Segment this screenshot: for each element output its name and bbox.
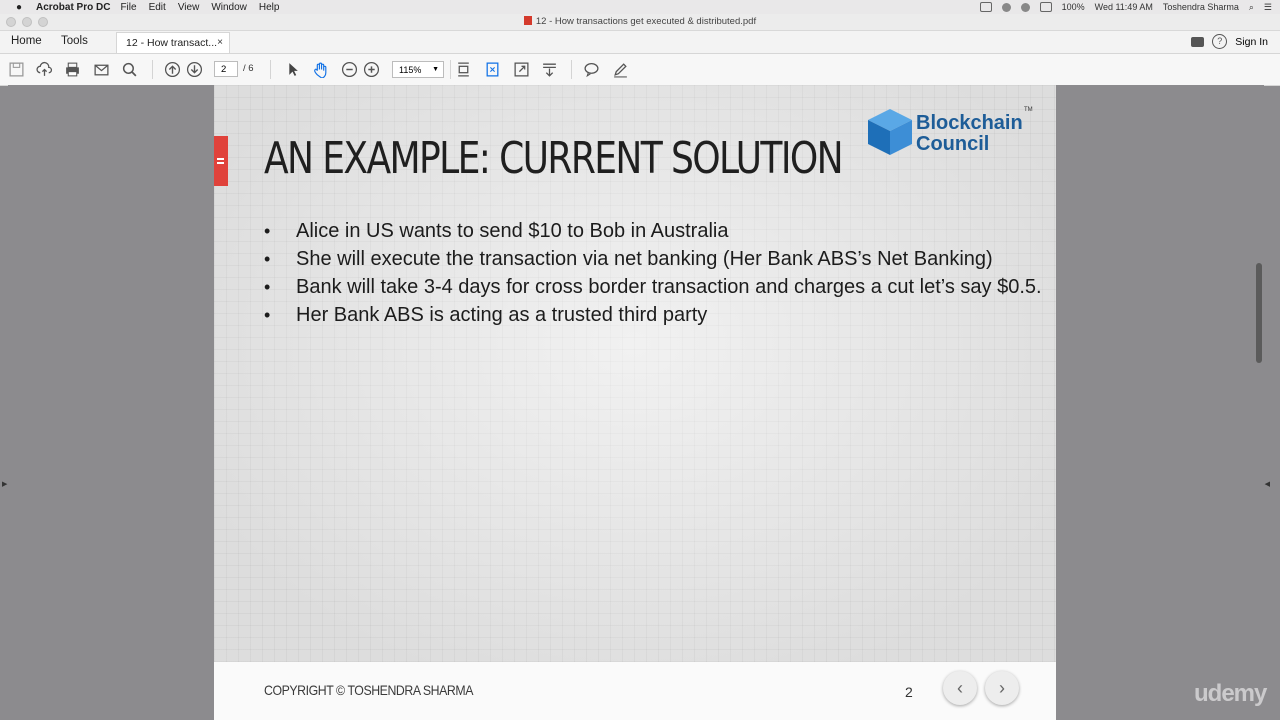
logo-line2: Council	[916, 133, 990, 155]
chevron-left-icon: ‹	[957, 677, 963, 698]
next-slide-button[interactable]: ›	[985, 671, 1019, 705]
comment-icon[interactable]	[1191, 36, 1205, 47]
chat-icon[interactable]	[1020, 2, 1030, 12]
menu-file[interactable]: File	[120, 2, 136, 13]
save-icon[interactable]	[8, 61, 25, 78]
hand-tool-icon[interactable]	[312, 61, 329, 78]
pen-icon[interactable]	[612, 61, 629, 78]
help-icon[interactable]: ?	[1212, 34, 1228, 49]
spotlight-search-icon[interactable]: ⌕	[1249, 2, 1254, 13]
bullet-item: Bank will take 3-4 days for cross border…	[264, 273, 1044, 301]
tab-tools[interactable]: Tools	[61, 35, 88, 47]
next-page-icon[interactable]	[186, 61, 203, 78]
apple-icon[interactable]: ●	[12, 2, 26, 13]
select-cursor-icon[interactable]	[284, 61, 301, 78]
pdf-page: AN EXAMPLE: CURRENT SOLUTION TM Blockcha…	[214, 85, 1056, 720]
status-tray: 100% Wed 11:49 AM Toshendra Sharma ⌕ ☰	[979, 0, 1272, 14]
window-title: 12 - How transactions get executed & dis…	[0, 16, 1280, 27]
print-icon[interactable]	[64, 61, 81, 78]
tab-bar: Home Tools 12 - How transact... × ? Sign…	[0, 31, 1280, 54]
slide-footer: COPYRIGHT © TOSHENDRA SHARMA 2 ‹ ›	[214, 662, 1056, 720]
copyright-text: COPYRIGHT © TOSHENDRA SHARMA	[264, 682, 473, 698]
search-icon[interactable]	[121, 61, 138, 78]
udemy-watermark: udemy	[1194, 680, 1267, 707]
tab-home[interactable]: Home	[11, 35, 42, 47]
menu-view[interactable]: View	[178, 2, 200, 13]
trademark-mark: TM	[1024, 107, 1033, 113]
page-total: / 6	[243, 63, 254, 74]
full-screen-icon[interactable]	[513, 61, 530, 78]
toolbar: 2 / 6 115% ▼	[0, 54, 1280, 86]
wifi-icon[interactable]	[1039, 2, 1052, 12]
menu-window[interactable]: Window	[211, 2, 247, 13]
chevron-right-icon: ›	[999, 677, 1005, 698]
app-menu[interactable]: Acrobat Pro DC	[36, 2, 110, 13]
vertical-scrollbar[interactable]	[1256, 263, 1262, 363]
zoom-level-value: 115%	[399, 65, 422, 75]
email-icon[interactable]	[93, 61, 110, 78]
tab-document-label: 12 - How transact...	[126, 37, 218, 49]
screen-icon[interactable]	[979, 2, 992, 12]
bullet-list: Alice in US wants to send $10 to Bob in …	[264, 217, 1044, 329]
page-view-icon[interactable]	[455, 61, 472, 78]
tab-document[interactable]: 12 - How transact... ×	[116, 32, 230, 53]
left-panel-toggle-icon[interactable]: ▶	[2, 480, 7, 488]
toolbar-divider	[152, 60, 153, 79]
slide-title: AN EXAMPLE: CURRENT SOLUTION	[264, 133, 844, 184]
zoom-in-icon[interactable]	[363, 61, 380, 78]
bullet-item: She will execute the transaction via net…	[264, 245, 1044, 273]
blockchain-council-logo: TM Blockchain Council	[866, 107, 1034, 163]
window-titlebar: 12 - How transactions get executed & dis…	[0, 14, 1280, 31]
chevron-down-icon: ▼	[432, 66, 439, 73]
menu-help[interactable]: Help	[259, 2, 280, 13]
logo-line1: Blockchain	[916, 112, 1023, 134]
previous-page-icon[interactable]	[164, 61, 181, 78]
macos-menubar: ● Acrobat Pro DC File Edit View Window H…	[0, 0, 1280, 14]
slide-accent-tab	[214, 136, 228, 186]
logo-text: Blockchain Council	[916, 113, 1023, 155]
clock[interactable]: Wed 11:49 AM	[1095, 2, 1153, 12]
pdf-icon	[523, 16, 532, 25]
menu-edit[interactable]: Edit	[149, 2, 166, 13]
cube-logo-icon	[868, 109, 912, 155]
fit-page-icon[interactable]	[484, 61, 501, 78]
previous-slide-button[interactable]: ‹	[943, 671, 977, 705]
dropbox-icon[interactable]	[1001, 2, 1011, 12]
page-number-input[interactable]: 2	[214, 61, 238, 77]
zoom-out-icon[interactable]	[341, 61, 358, 78]
right-panel-toggle-icon[interactable]: ◀	[1265, 480, 1270, 488]
upload-icon[interactable]	[36, 61, 53, 78]
toolbar-divider	[571, 60, 572, 79]
close-tab-icon[interactable]: ×	[217, 33, 223, 53]
slide-page-number: 2	[905, 684, 913, 700]
bullet-item: Alice in US wants to send $10 to Bob in …	[264, 217, 1044, 245]
notification-list-icon[interactable]: ☰	[1264, 2, 1272, 13]
toolbar-divider	[270, 60, 271, 79]
sign-in-button[interactable]: Sign In	[1235, 36, 1268, 48]
user-name[interactable]: Toshendra Sharma	[1163, 2, 1239, 12]
scroll-mode-icon[interactable]	[541, 61, 558, 78]
bullet-item: Her Bank ABS is acting as a trusted thir…	[264, 301, 1044, 329]
window-title-text: 12 - How transactions get executed & dis…	[535, 16, 757, 27]
comment-bubble-icon[interactable]	[583, 61, 600, 78]
zoom-level-select[interactable]: 115% ▼	[392, 61, 444, 78]
battery-status[interactable]: 100%	[1062, 2, 1085, 12]
tabbar-right-controls: ? Sign In	[1191, 34, 1268, 49]
toolbar-divider	[450, 60, 451, 79]
